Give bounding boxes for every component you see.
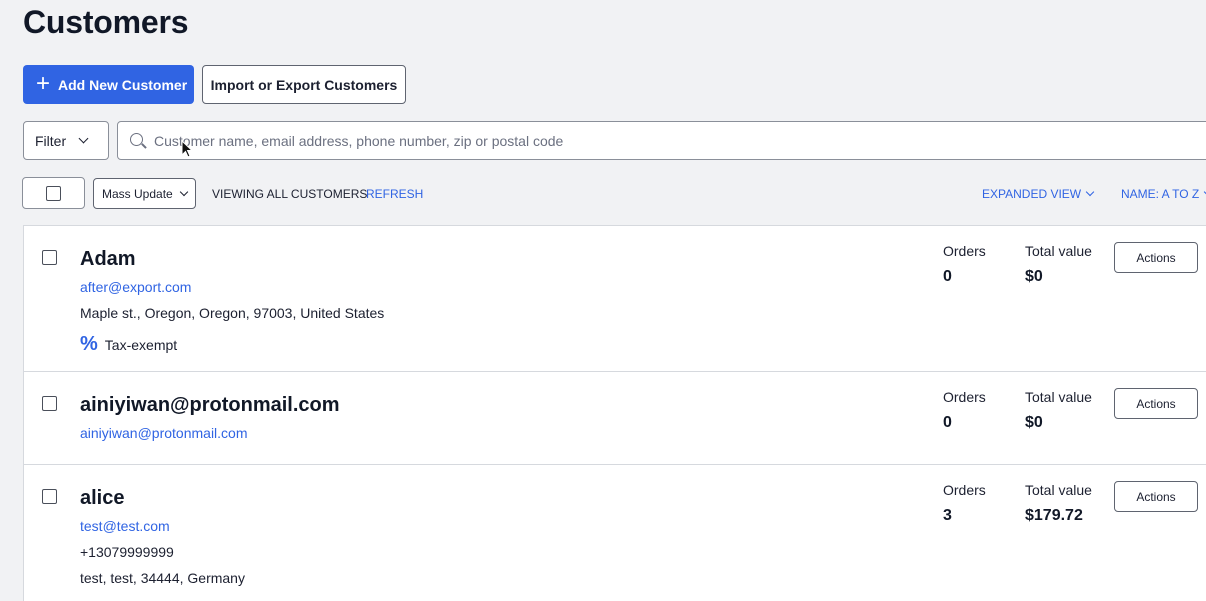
- orders-label: Orders: [943, 389, 986, 405]
- orders-label: Orders: [943, 243, 986, 259]
- customer-name[interactable]: Adam: [80, 248, 136, 271]
- tax-exempt-badge: % Tax-exempt: [80, 333, 177, 356]
- chevron-down-icon: [78, 133, 89, 144]
- row-checkbox[interactable]: [42, 489, 57, 504]
- orders-count: 0: [943, 414, 952, 431]
- customer-address: Maple st., Oregon, Oregon, 97003, United…: [80, 305, 385, 321]
- customer-row: alice test@test.com +13079999999 test, t…: [24, 465, 1206, 601]
- add-new-customer-button[interactable]: + Add New Customer: [23, 65, 194, 104]
- orders-count: 0: [943, 268, 952, 285]
- chevron-down-icon: [1085, 187, 1095, 197]
- actions-label: Actions: [1136, 250, 1176, 265]
- sort-label: NAME: A TO Z: [1121, 187, 1200, 201]
- row-checkbox[interactable]: [42, 250, 57, 265]
- search-box[interactable]: [117, 121, 1206, 160]
- actions-button[interactable]: Actions: [1114, 388, 1198, 419]
- customer-address: test, test, 34444, Germany: [80, 570, 245, 586]
- orders-count: 3: [943, 507, 952, 524]
- viewing-status: VIEWING ALL CUSTOMERS: [212, 187, 368, 201]
- customers-page: Customers + Add New Customer Import or E…: [0, 0, 1206, 601]
- mouse-cursor-icon: [181, 140, 193, 158]
- tax-exempt-label: Tax-exempt: [104, 336, 178, 353]
- customer-list: Adam after@export.com Maple st., Oregon,…: [23, 225, 1206, 601]
- orders-label: Orders: [943, 482, 986, 498]
- search-icon: [129, 132, 147, 150]
- import-export-label: Import or Export Customers: [210, 76, 398, 93]
- search-input[interactable]: [154, 132, 1154, 149]
- chevron-down-icon: [179, 187, 188, 196]
- customer-email[interactable]: after@export.com: [80, 279, 191, 295]
- import-export-button[interactable]: Import or Export Customers: [202, 65, 406, 104]
- filter-label: Filter: [35, 132, 67, 149]
- customer-name[interactable]: ainiyiwan@protonmail.com: [80, 394, 340, 417]
- select-all-checkbox[interactable]: [22, 177, 85, 209]
- total-value: $0: [1025, 268, 1043, 285]
- actions-button[interactable]: Actions: [1114, 242, 1198, 273]
- filter-dropdown[interactable]: Filter: [23, 121, 109, 160]
- total-value-label: Total value: [1025, 243, 1092, 259]
- page-title: Customers: [23, 4, 189, 40]
- view-mode-toggle[interactable]: EXPANDED VIEW: [982, 187, 1095, 201]
- checkbox: [46, 185, 61, 201]
- total-value: $179.72: [1025, 507, 1083, 524]
- row-checkbox[interactable]: [42, 396, 57, 411]
- actions-label: Actions: [1136, 396, 1176, 411]
- add-new-customer-label: Add New Customer: [58, 76, 188, 93]
- refresh-link[interactable]: REFRESH: [366, 187, 423, 201]
- total-value-label: Total value: [1025, 389, 1092, 405]
- plus-icon: +: [36, 69, 51, 97]
- customer-email[interactable]: ainiyiwan@protonmail.com: [80, 425, 248, 441]
- customer-row: Adam after@export.com Maple st., Oregon,…: [24, 226, 1206, 372]
- mass-update-label: Mass Update: [102, 186, 173, 201]
- total-value-label: Total value: [1025, 482, 1092, 498]
- sort-select[interactable]: NAME: A TO Z: [1121, 187, 1206, 201]
- view-mode-label: EXPANDED VIEW: [982, 187, 1082, 201]
- actions-label: Actions: [1136, 489, 1176, 504]
- actions-button[interactable]: Actions: [1114, 481, 1198, 512]
- total-value: $0: [1025, 414, 1043, 431]
- percent-icon: %: [80, 333, 98, 355]
- mass-update-select[interactable]: Mass Update: [93, 178, 196, 209]
- customer-row: ainiyiwan@protonmail.com ainiyiwan@proto…: [24, 372, 1206, 465]
- customer-name[interactable]: alice: [80, 487, 124, 510]
- customer-email[interactable]: test@test.com: [80, 518, 170, 534]
- customer-phone: +13079999999: [80, 544, 174, 560]
